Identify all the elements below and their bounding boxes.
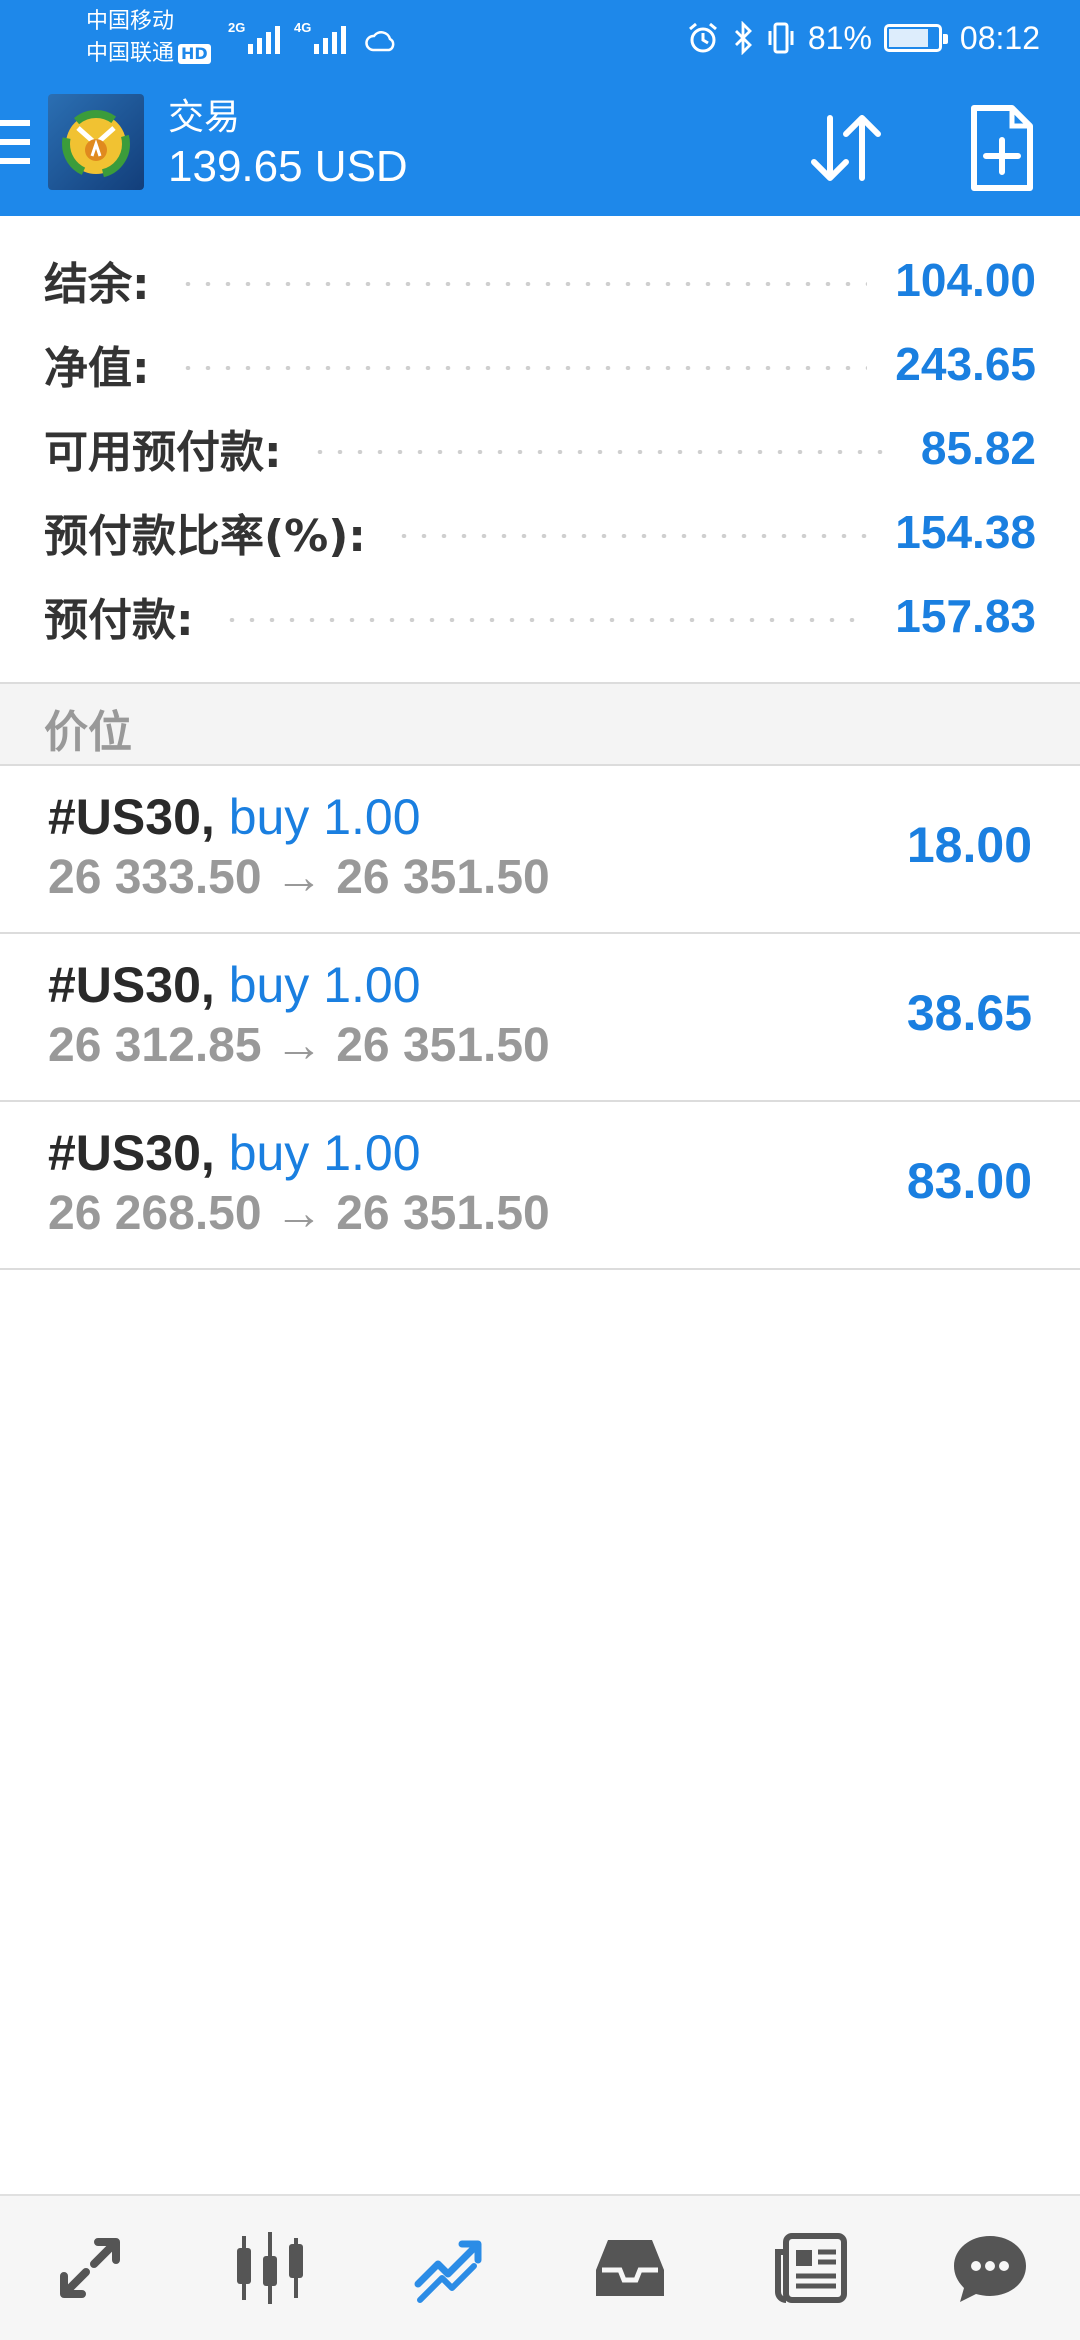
add-document-icon [971,105,1033,191]
position-prices: 26 312.85 → 26 351.50 [48,1019,550,1072]
metatrader-logo [48,94,144,190]
position-profit: 18.00 [906,817,1032,873]
signal-2-tag: 4G [294,20,312,35]
status-right: 81% 08:12 [686,10,1040,66]
summary-row-balance: 结余: 104.00 [44,238,1036,322]
summary-label: 预付款比率(%): [44,511,366,562]
chat-icon [954,2236,1026,2302]
position-title: #US30, buy 1.00 [48,788,421,846]
position-side: buy 1.00 [228,1125,421,1181]
alarm-icon [688,22,717,53]
position-side: buy 1.00 [228,957,421,1013]
dotted-leader [177,366,868,370]
history-icon [596,2240,664,2296]
summary-label: 可用预付款: [44,427,282,478]
carrier-2: 中国联通 [86,41,175,66]
status-bar: 中国移动 中国联通 HD 2G 4G 81% 08:12 [0,0,1080,78]
position-prices: 26 268.50 → 26 351.50 [48,1187,550,1240]
nav-trade[interactable] [400,2218,500,2318]
bluetooth-icon [734,21,752,55]
trade-icon [414,2240,482,2303]
summary-value: 157.83 [895,590,1036,642]
summary-value: 104.00 [895,254,1036,306]
signal-4g-icon: 4G [294,20,346,54]
dotted-leader [393,534,868,538]
signal-2g-icon: 2G [228,20,280,54]
position-row[interactable]: #US30, buy 1.00 26 312.85 → 26 351.50 38… [0,934,1080,1102]
menu-icon[interactable] [0,120,30,164]
nav-chart[interactable] [220,2218,320,2318]
position-row[interactable]: #US30, buy 1.00 26 268.50 → 26 351.50 83… [0,1102,1080,1270]
weather-cloud-icon [365,31,395,52]
position-symbol: #US30, [48,789,215,845]
positions-list: #US30, buy 1.00 26 333.50 → 26 351.50 18… [0,766,1080,1270]
signal-1-tag: 2G [228,20,246,35]
summary-value: 85.82 [920,422,1036,474]
summary-row-equity: 净值: 243.65 [44,322,1036,406]
nav-news[interactable] [760,2218,860,2318]
nav-history[interactable] [580,2218,680,2318]
section-title: 价位 [44,707,132,758]
summary-label: 净值: [44,343,150,394]
bottom-navigation [0,2194,1080,2340]
quotes-icon [60,2238,120,2298]
hd-badge: HD [178,44,211,64]
summary-value: 154.38 [895,506,1036,558]
position-side: buy 1.00 [228,789,421,845]
account-summary: 结余: 104.00 净值: 243.65 可用预付款: 85.82 预付款比率… [0,216,1080,682]
position-profit: 83.00 [906,1153,1032,1209]
position-title: #US30, buy 1.00 [48,956,421,1014]
chart-icon [237,2232,303,2304]
summary-label: 结余: [44,259,150,310]
sort-button[interactable] [804,106,888,190]
new-order-button[interactable] [962,100,1042,196]
position-prices: 26 333.50 → 26 351.50 [48,851,550,904]
position-title: #US30, buy 1.00 [48,1124,421,1182]
summary-row-margin: 预付款: 157.83 [44,574,1036,658]
news-icon [775,2233,847,2303]
summary-row-free-margin: 可用预付款: 85.82 [44,406,1036,490]
page-title: 交易 [168,97,241,138]
battery-percent: 81% [807,19,872,56]
battery-icon [883,24,948,52]
dotted-leader [177,282,868,286]
summary-value: 243.65 [895,338,1036,390]
position-profit: 38.65 [906,985,1032,1041]
position-row[interactable]: #US30, buy 1.00 26 333.50 → 26 351.50 18… [0,766,1080,934]
carrier-1: 中国移动 [86,9,175,34]
positions-section-header: 价位 [0,682,1080,766]
clock: 08:12 [959,19,1040,56]
signal-indicators: 2G 4G [228,14,398,54]
nav-quotes[interactable] [40,2218,140,2318]
position-symbol: #US30, [48,957,215,1013]
position-symbol: #US30, [48,1125,215,1181]
summary-label: 预付款: [44,595,194,646]
dotted-leader [221,618,868,622]
dotted-leader [309,450,893,454]
summary-row-margin-level: 预付款比率(%): 154.38 [44,490,1036,574]
vibrate-icon [768,22,794,54]
sort-icon [811,115,881,181]
battery-fill [888,29,928,47]
top-bar: 中国移动 中国联通 HD 2G 4G 81% 08:12 交易 139.65 U… [0,0,1080,216]
nav-chat[interactable] [940,2218,1040,2318]
carrier-info: 中国移动 中国联通 HD [86,6,211,70]
app-bar: 交易 139.65 USD [0,78,1080,216]
account-balance-header: 139.65 USD [168,142,408,191]
